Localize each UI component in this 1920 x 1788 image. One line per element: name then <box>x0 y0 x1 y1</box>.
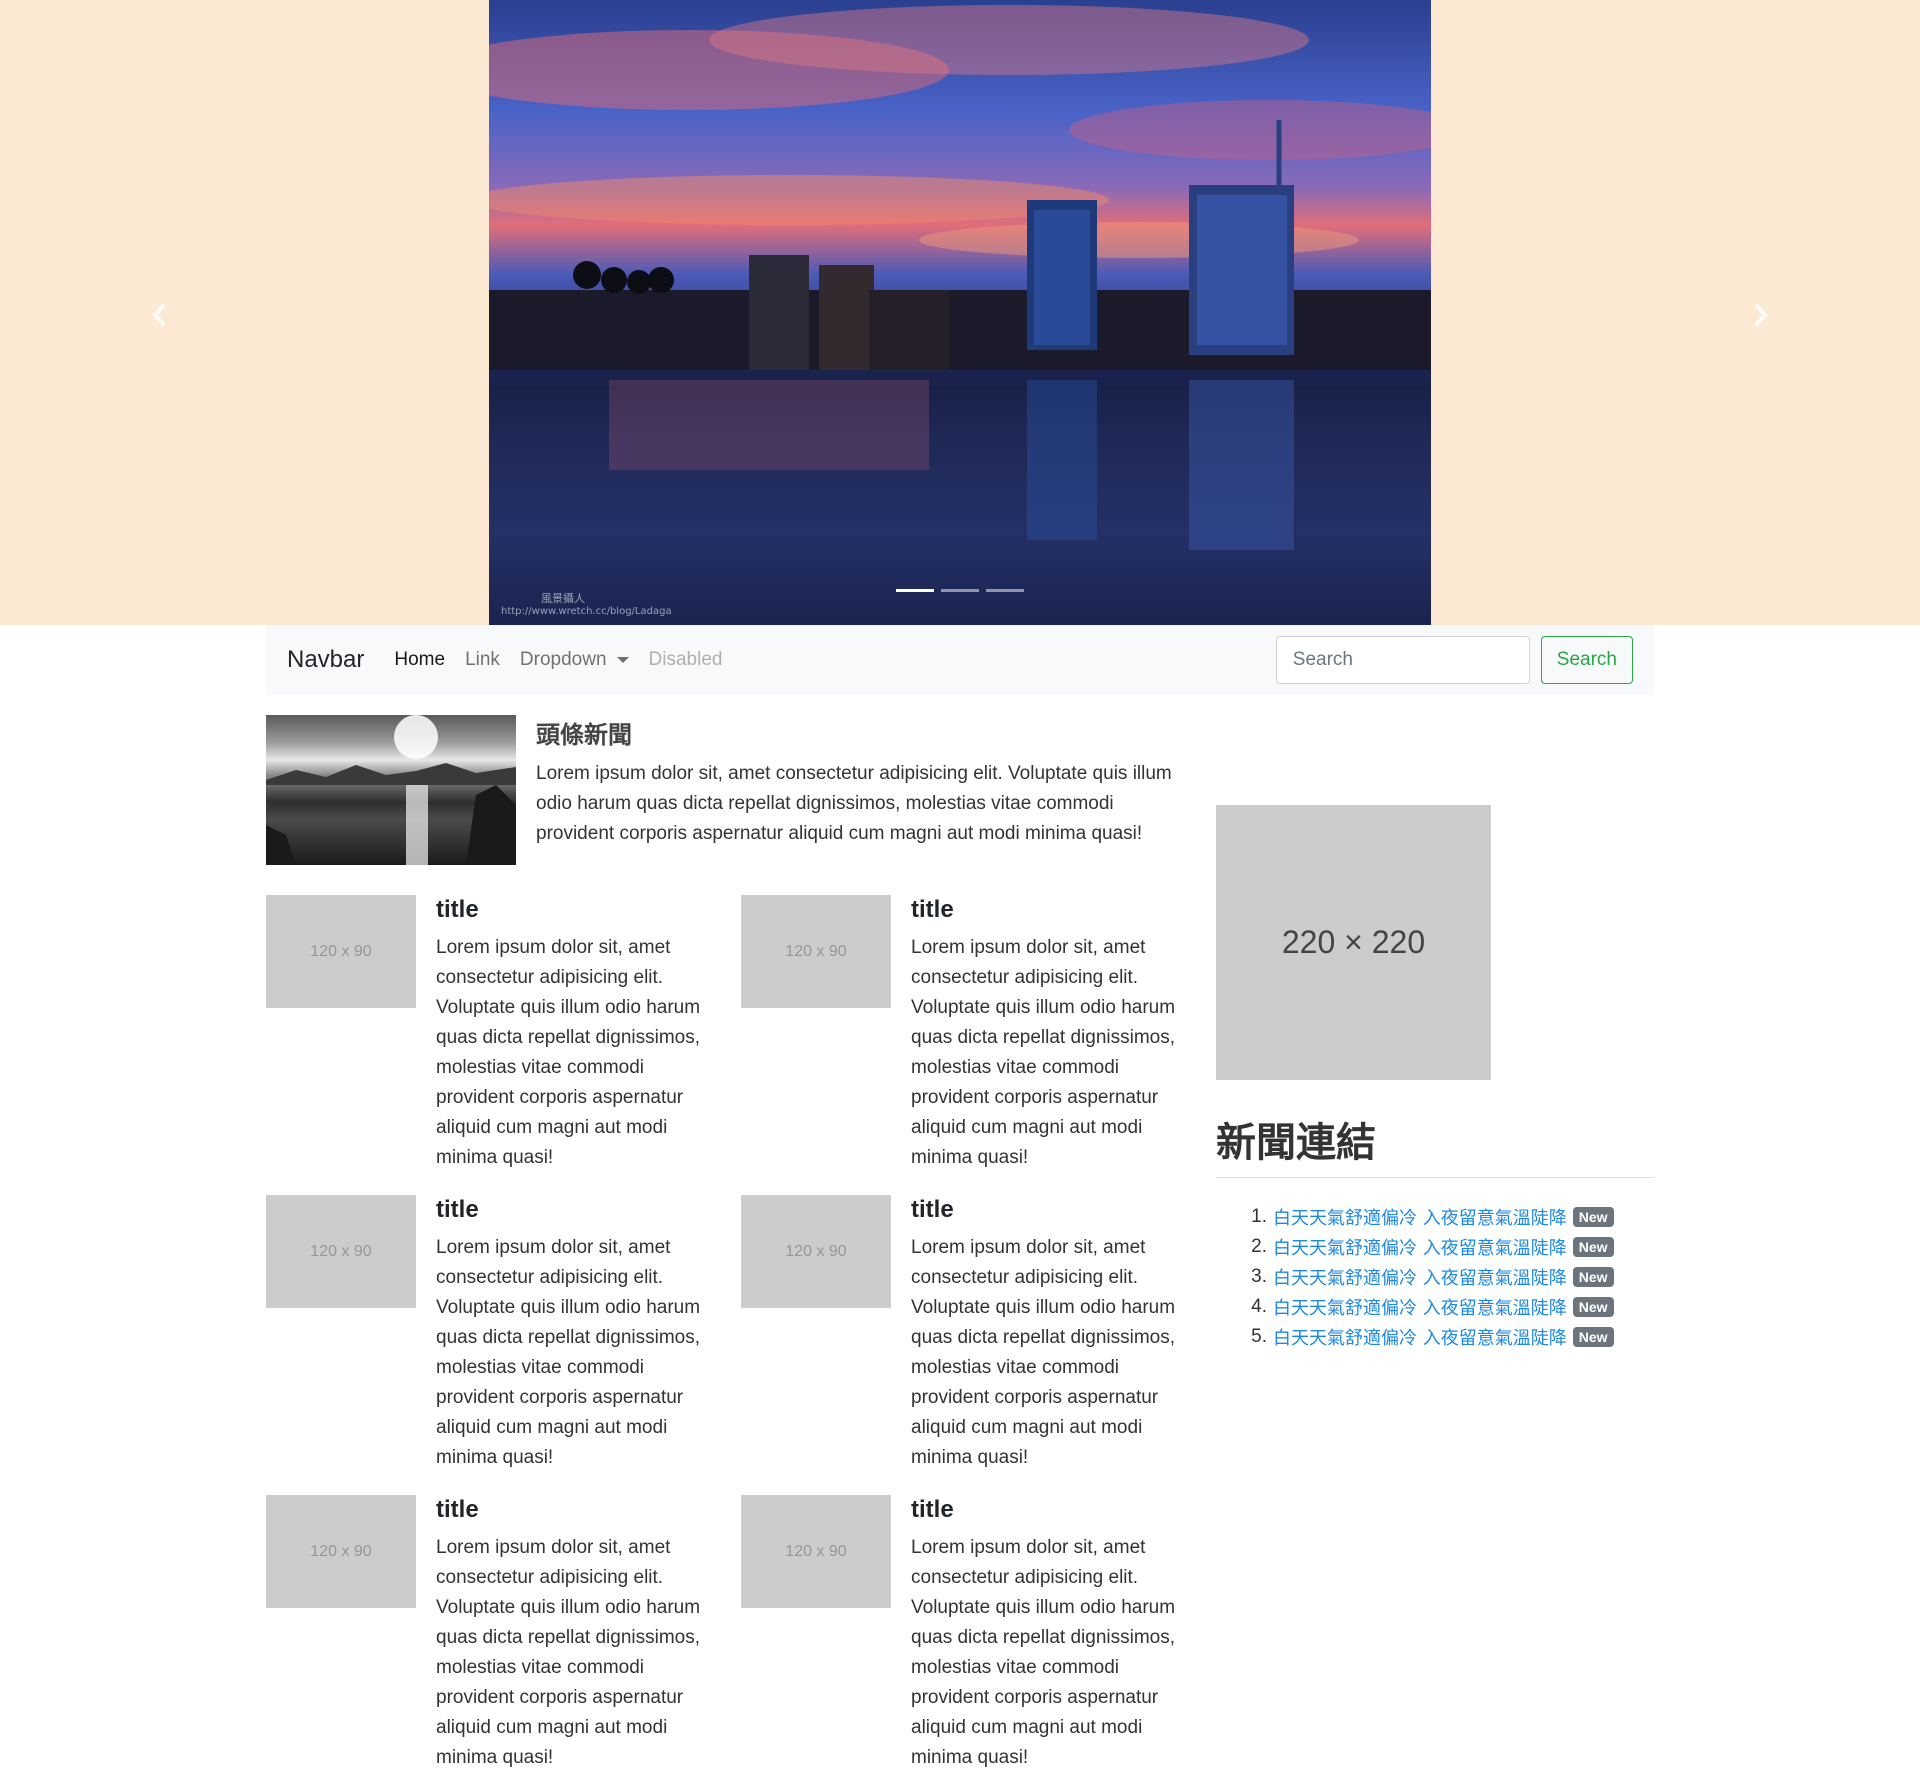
thumbnail-placeholder: 120 x 90 <box>266 1195 416 1308</box>
media-title: title <box>436 896 479 923</box>
media-title: title <box>436 1196 479 1223</box>
media-text: Lorem ipsum dolor sit, amet consectetur … <box>436 1537 701 1768</box>
search-input[interactable] <box>1275 636 1530 684</box>
media-item: 120 x 90 title Lorem ipsum dolor sit, am… <box>266 1195 726 1473</box>
list-number: 3. <box>1251 1266 1267 1287</box>
headline-image <box>266 715 516 865</box>
watermark-title: 風景攝人 <box>541 592 585 605</box>
headline-title: 頭條新聞 <box>536 721 632 749</box>
new-badge: New <box>1572 1267 1614 1287</box>
media-title: title <box>911 1496 954 1523</box>
news-link[interactable]: 白天天氣舒適偏冷 入夜留意氣溫陡降 <box>1273 1204 1567 1230</box>
media-title: title <box>911 896 954 923</box>
carousel: 風景攝人 http://www.wretch.cc/blog/Ladaga <box>0 0 1920 625</box>
headline-news: 頭條新聞 Lorem ipsum dolor sit, amet consect… <box>266 715 1176 865</box>
news-link[interactable]: 白天天氣舒適偏冷 入夜留意氣溫陡降 <box>1273 1324 1567 1350</box>
news-links-title: 新聞連結 <box>1216 1119 1376 1166</box>
news-link[interactable]: 白天天氣舒適偏冷 入夜留意氣溫陡降 <box>1273 1294 1567 1320</box>
thumbnail-placeholder: 120 x 90 <box>741 895 891 1008</box>
media-text: Lorem ipsum dolor sit, amet consectetur … <box>436 937 701 1168</box>
media-body: title Lorem ipsum dolor sit, amet consec… <box>436 895 701 1173</box>
chevron-left-icon <box>152 303 166 327</box>
navbar: Navbar Home Link Dropdown Disabled Searc… <box>266 625 1654 695</box>
media-body: title Lorem ipsum dolor sit, amet consec… <box>911 895 1176 1173</box>
carousel-next-button[interactable] <box>1740 295 1780 335</box>
search-button[interactable]: Search <box>1540 636 1633 684</box>
sunset-sea-illustration <box>266 715 516 865</box>
media-body: title Lorem ipsum dolor sit, amet consec… <box>436 1195 701 1473</box>
watermark-url: http://www.wretch.cc/blog/Ladaga <box>501 606 672 617</box>
carousel-indicator-3[interactable] <box>986 589 1024 592</box>
media-text: Lorem ipsum dolor sit, amet consectetur … <box>911 1537 1176 1768</box>
media-body: title Lorem ipsum dolor sit, amet consec… <box>911 1495 1176 1773</box>
list-item: 4. 白天天氣舒適偏冷 入夜留意氣溫陡降 New <box>1245 1292 1614 1322</box>
carousel-prev-button[interactable] <box>140 295 180 335</box>
list-item: 1. 白天天氣舒適偏冷 入夜留意氣溫陡降 New <box>1245 1202 1614 1232</box>
media-text: Lorem ipsum dolor sit, amet consectetur … <box>436 1237 701 1468</box>
nav-link-link[interactable]: Link <box>465 649 500 671</box>
headline-body: 頭條新聞 Lorem ipsum dolor sit, amet consect… <box>536 715 1176 865</box>
media-item: 120 x 90 title Lorem ipsum dolor sit, am… <box>266 1495 726 1773</box>
news-link[interactable]: 白天天氣舒適偏冷 入夜留意氣溫陡降 <box>1273 1234 1567 1260</box>
carousel-indicator-2[interactable] <box>941 589 979 592</box>
nav-dropdown[interactable]: Dropdown <box>520 649 629 671</box>
news-links-list: 1. 白天天氣舒適偏冷 入夜留意氣溫陡降 New 2. 白天天氣舒適偏冷 入夜留… <box>1245 1202 1614 1352</box>
nav-link-home[interactable]: Home <box>394 649 445 671</box>
new-badge: New <box>1572 1237 1614 1257</box>
city-skyline-illustration <box>489 5 1431 625</box>
thumbnail-placeholder: 120 x 90 <box>266 1495 416 1608</box>
media-title: title <box>911 1196 954 1223</box>
caret-down-icon <box>616 657 629 663</box>
list-number: 1. <box>1251 1206 1267 1227</box>
media-text: Lorem ipsum dolor sit, amet consectetur … <box>911 937 1176 1168</box>
list-number: 5. <box>1251 1326 1267 1347</box>
thumbnail-placeholder: 120 x 90 <box>741 1495 891 1608</box>
nav-link-disabled: Disabled <box>648 649 723 670</box>
media-body: title Lorem ipsum dolor sit, amet consec… <box>436 1495 701 1773</box>
news-link[interactable]: 白天天氣舒適偏冷 入夜留意氣溫陡降 <box>1273 1264 1567 1290</box>
media-item: 120 x 90 title Lorem ipsum dolor sit, am… <box>741 1195 1201 1473</box>
carousel-indicators <box>896 589 1024 592</box>
carousel-indicator-1[interactable] <box>896 589 934 592</box>
list-number: 4. <box>1251 1296 1267 1317</box>
thumbnail-placeholder: 120 x 90 <box>741 1195 891 1308</box>
media-item: 120 x 90 title Lorem ipsum dolor sit, am… <box>266 895 726 1173</box>
media-body: title Lorem ipsum dolor sit, amet consec… <box>911 1195 1176 1473</box>
list-number: 2. <box>1251 1236 1267 1257</box>
list-item: 3. 白天天氣舒適偏冷 入夜留意氣溫陡降 New <box>1245 1262 1614 1292</box>
thumbnail-placeholder: 120 x 90 <box>266 895 416 1008</box>
new-badge: New <box>1572 1297 1614 1317</box>
new-badge: New <box>1572 1327 1614 1347</box>
ad-placeholder: 220 × 220 <box>1216 805 1491 1080</box>
navbar-brand[interactable]: Navbar <box>287 646 364 674</box>
headline-text: Lorem ipsum dolor sit, amet consectetur … <box>536 763 1172 844</box>
media-item: 120 x 90 title Lorem ipsum dolor sit, am… <box>741 895 1201 1173</box>
carousel-slide-image: 風景攝人 http://www.wretch.cc/blog/Ladaga <box>489 0 1431 625</box>
search-form: Search <box>1275 636 1633 684</box>
nav-dropdown-label: Dropdown <box>519 649 607 670</box>
new-badge: New <box>1572 1207 1614 1227</box>
chevron-right-icon <box>1754 303 1768 327</box>
list-item: 5. 白天天氣舒適偏冷 入夜留意氣溫陡降 New <box>1245 1322 1614 1352</box>
media-text: Lorem ipsum dolor sit, amet consectetur … <box>911 1237 1176 1468</box>
divider <box>1216 1177 1654 1178</box>
media-title: title <box>436 1496 479 1523</box>
photo-watermark: 風景攝人 http://www.wretch.cc/blog/Ladaga <box>501 590 672 617</box>
media-item: 120 x 90 title Lorem ipsum dolor sit, am… <box>741 1495 1201 1773</box>
list-item: 2. 白天天氣舒適偏冷 入夜留意氣溫陡降 New <box>1245 1232 1614 1262</box>
